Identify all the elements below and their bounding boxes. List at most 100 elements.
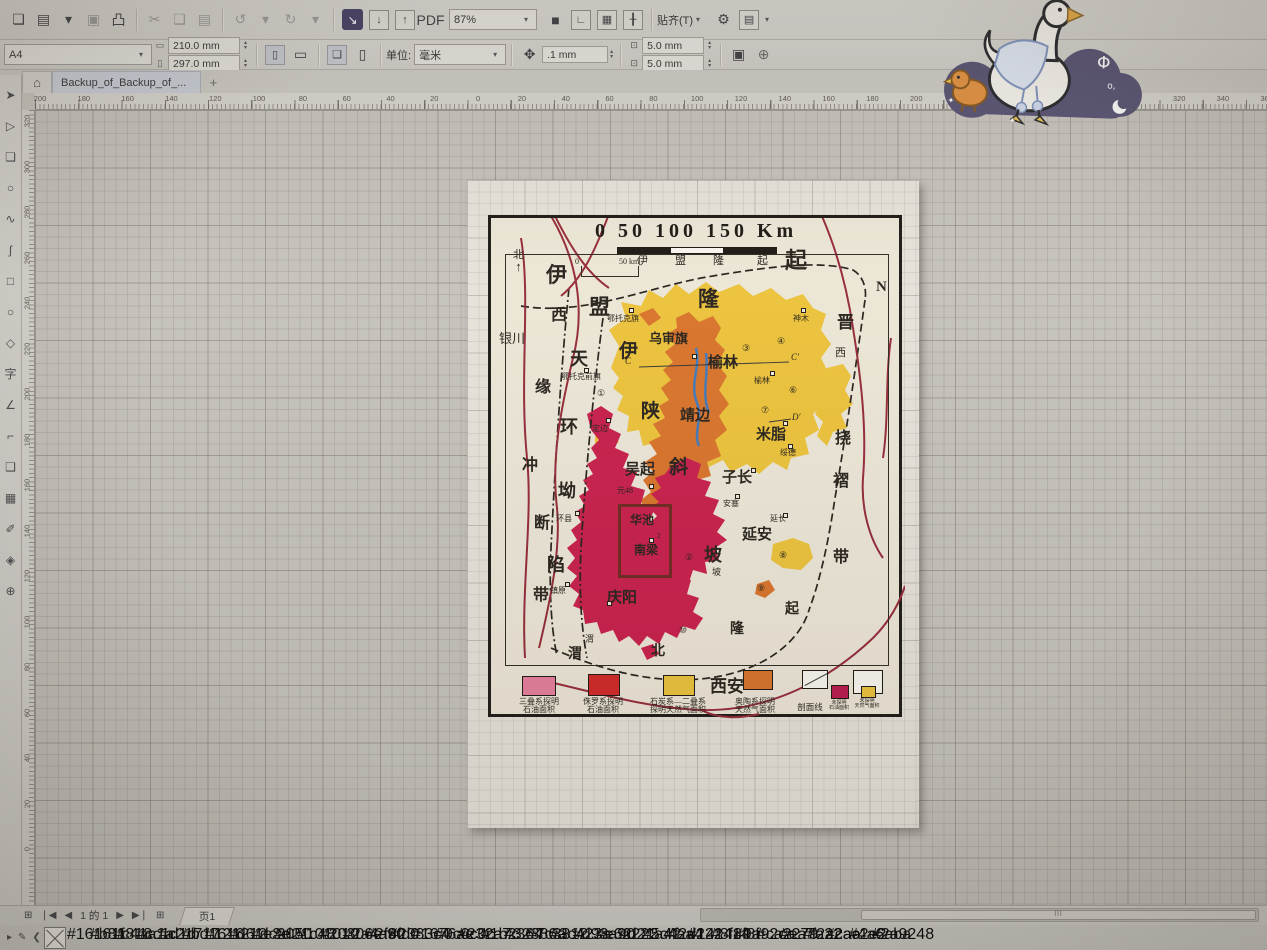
color-swatch[interactable]: #bd1616 xyxy=(182,926,205,950)
palette-prev[interactable]: ❮ xyxy=(29,932,43,943)
next-page-button[interactable]: ▶ xyxy=(112,910,128,921)
gear-icon[interactable]: ⚙ xyxy=(711,7,736,32)
show-guidelines-button[interactable]: ╂ xyxy=(623,10,643,30)
undo-button[interactable]: ↺ xyxy=(228,7,253,32)
height-spinner[interactable]: ▴▾ xyxy=(242,59,249,69)
color-swatch[interactable]: #dc2050 xyxy=(251,926,274,950)
color-swatch[interactable]: #2383c4 xyxy=(389,926,412,950)
horizontal-scrollbar[interactable] xyxy=(700,908,1259,922)
ordos-basin-map[interactable]: 0 50 100 150 Km 0 50 km 北 ↑ 伊盟隆起伊盟隆起N晋西挠… xyxy=(488,215,902,717)
dup-y-spinner[interactable]: ▴▾ xyxy=(706,59,713,69)
vertical-ruler[interactable]: 3203002802602402202001801601401201008060… xyxy=(22,110,35,905)
launch-button[interactable]: ↘ xyxy=(342,9,363,30)
color-swatch[interactable]: #232a7c xyxy=(458,926,481,950)
portrait-button[interactable]: ▯ xyxy=(265,45,285,65)
color-swatch[interactable]: #2f8fd0 xyxy=(366,926,389,950)
fill-tool[interactable]: ◈ xyxy=(1,544,21,575)
save-button[interactable]: ▣ xyxy=(81,7,106,32)
export-button[interactable]: ↑ xyxy=(395,10,415,30)
color-swatch[interactable]: #e62222 xyxy=(596,926,619,950)
snap-to-dropdown[interactable]: 贴齐(T) ▾ xyxy=(657,12,703,28)
color-swatch[interactable]: #ea7a22 xyxy=(780,926,803,950)
page-size-select[interactable]: A4 ▾ xyxy=(4,44,152,65)
all-pages-button[interactable]: ❑ xyxy=(327,45,347,65)
redo-caret[interactable]: ▾ xyxy=(303,7,328,32)
toolbar-icon[interactable] xyxy=(222,9,223,31)
shape-tool[interactable]: ▷ xyxy=(1,110,21,141)
add-page-button[interactable]: ⊞ xyxy=(20,910,36,921)
color-swatch[interactable]: #2a9248 xyxy=(872,926,895,950)
show-rulers-button[interactable]: ∟ xyxy=(571,10,591,30)
copy-button[interactable]: ❑ xyxy=(167,7,192,32)
color-swatch[interactable]: #3c423a xyxy=(550,926,573,950)
new-document-button[interactable]: ❏ xyxy=(6,7,31,32)
color-swatch[interactable]: #20306e xyxy=(320,926,343,950)
color-swatch[interactable]: #d21c48 xyxy=(274,926,297,950)
paste-button[interactable]: ▤ xyxy=(192,7,217,32)
open-button[interactable]: ▤ xyxy=(31,7,56,32)
frame-icon[interactable]: ▣ xyxy=(726,42,751,67)
color-swatch[interactable]: #7c3312 xyxy=(527,926,550,950)
color-swatch[interactable]: #d21a42 xyxy=(619,926,642,950)
color-swatch[interactable]: #ca2279 xyxy=(757,926,780,950)
cut-button[interactable]: ✂ xyxy=(142,7,167,32)
open-caret[interactable]: ▾ xyxy=(56,7,81,32)
dup-x-spinner[interactable]: ▴▾ xyxy=(706,41,713,51)
color-swatch[interactable]: #c21717 xyxy=(159,926,182,950)
palette-scroll-left[interactable]: ▸ xyxy=(4,932,15,943)
nudge-distance-field[interactable]: .1 mm xyxy=(542,46,608,63)
color-swatch[interactable]: #1b2364 xyxy=(481,926,504,950)
transparency-tool[interactable]: ▦ xyxy=(1,482,21,513)
color-swatch[interactable]: #d93a90 xyxy=(573,926,596,950)
color-swatch[interactable]: #cac2e2 xyxy=(826,926,849,950)
crop-tool[interactable]: ❏ xyxy=(1,141,21,172)
ellipse-tool[interactable]: ○ xyxy=(1,296,21,327)
toolbar-icon[interactable] xyxy=(333,9,334,31)
zoom-level-select[interactable]: 87% ▾ xyxy=(449,9,537,30)
page-width-field[interactable]: 210.0 mm xyxy=(168,37,240,54)
rectangle-tool[interactable]: □ xyxy=(1,265,21,296)
color-swatch[interactable]: #5c4aa4 xyxy=(642,926,665,950)
pick-tool[interactable]: ➤ xyxy=(1,79,21,110)
document-tab[interactable]: Backup_of_Backup_of_... xyxy=(52,71,201,93)
color-swatch[interactable]: #d61e3e xyxy=(228,926,251,950)
last-page-button[interactable]: ▶❘ xyxy=(128,910,152,921)
color-swatch[interactable]: #141414 xyxy=(688,926,711,950)
color-swatch[interactable]: #b81818 xyxy=(90,926,113,950)
text-tool[interactable]: 字 xyxy=(1,358,21,389)
options-button[interactable]: ▤ xyxy=(739,10,759,30)
undo-caret[interactable]: ▾ xyxy=(253,7,278,32)
eyedropper-tool[interactable]: ✐ xyxy=(1,513,21,544)
shadow-tool[interactable]: ❑ xyxy=(1,451,21,482)
color-swatch[interactable]: #2a4a90 xyxy=(343,926,366,950)
fullscreen-button[interactable]: ■ xyxy=(543,7,568,32)
first-page-button[interactable]: ❘◀ xyxy=(36,910,60,921)
color-swatch[interactable]: #cc1d1d xyxy=(136,926,159,950)
scrollbar-thumb[interactable] xyxy=(861,910,1256,920)
units-select[interactable]: 毫米 ▾ xyxy=(414,44,506,65)
customize-toolbox-button[interactable]: ⊕ xyxy=(1,575,21,606)
add-icon[interactable]: ⊕ xyxy=(751,42,776,67)
show-grid-button[interactable]: ▦ xyxy=(597,10,617,30)
no-color-swatch[interactable] xyxy=(44,927,66,949)
print-button[interactable]: 凸 xyxy=(106,7,131,32)
landscape-button[interactable]: ▭ xyxy=(288,42,313,67)
connector-tool[interactable]: ⌐ xyxy=(1,420,21,451)
color-swatch[interactable]: #1676ae xyxy=(412,926,435,950)
prev-page-button[interactable]: ◀ xyxy=(60,910,76,921)
toolbar-icon[interactable] xyxy=(136,9,137,31)
bezier-tool[interactable]: ʃ xyxy=(1,234,21,265)
color-swatch[interactable]: #f2a2aa xyxy=(803,926,826,950)
color-swatch[interactable]: #0c0c0c xyxy=(435,926,458,950)
redo-button[interactable]: ↻ xyxy=(278,7,303,32)
dimension-tool[interactable]: ∠ xyxy=(1,389,21,420)
color-swatch[interactable]: #16161f xyxy=(67,926,90,950)
palette-eyedrop[interactable]: ✎ xyxy=(15,932,29,943)
new-document-tab-button[interactable]: + xyxy=(201,71,225,93)
color-swatch[interactable]: #9a92ca xyxy=(734,926,757,950)
drawing-canvas[interactable]: 0 50 100 150 Km 0 50 km 北 ↑ 伊盟隆起伊盟隆起N晋西挠… xyxy=(35,110,1267,905)
home-tab[interactable]: ⌂ xyxy=(22,71,52,93)
width-spinner[interactable]: ▴▾ xyxy=(242,41,249,51)
current-page-button[interactable]: ▯ xyxy=(350,42,375,67)
import-button[interactable]: ↓ xyxy=(369,10,389,30)
